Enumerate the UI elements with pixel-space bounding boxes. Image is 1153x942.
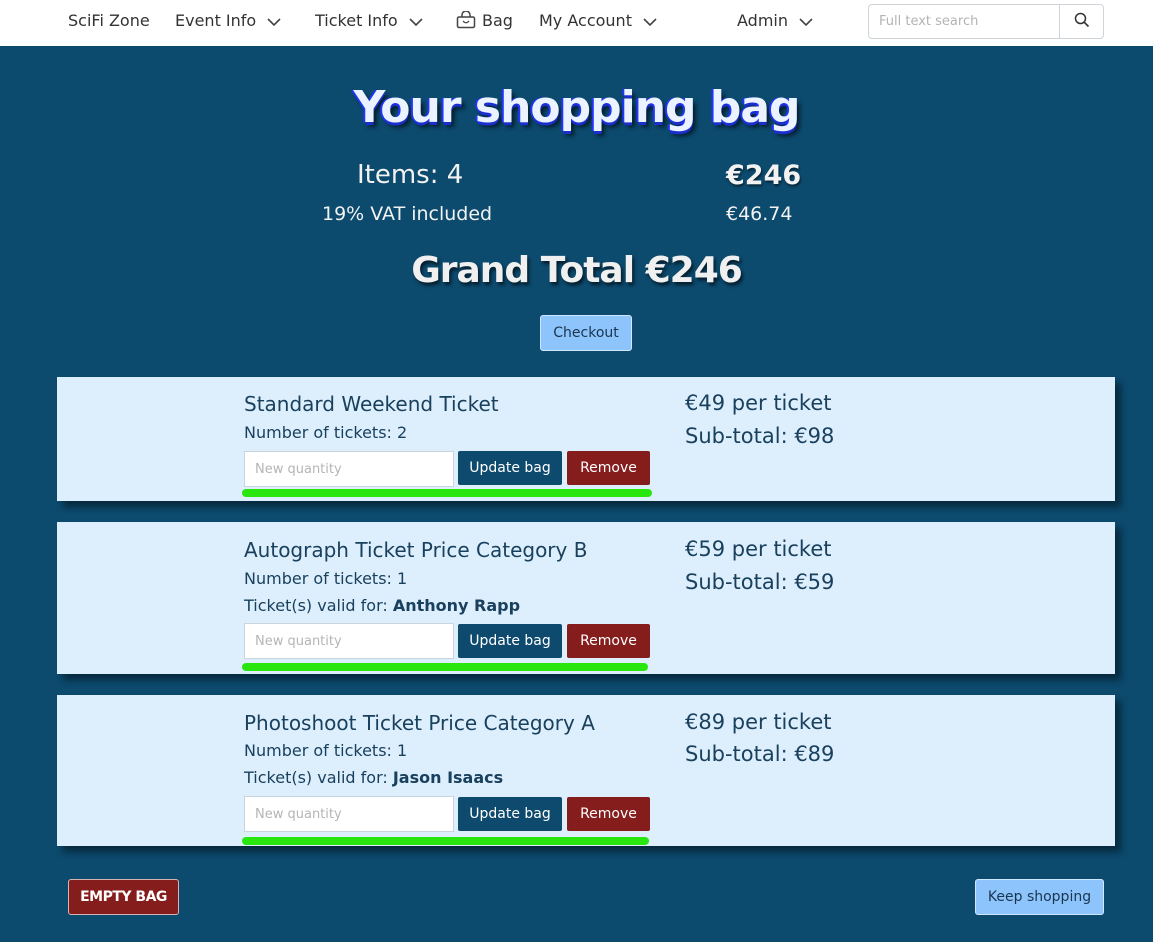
valid-for-prefix: Ticket(s) valid for: [244,768,393,787]
my-account-label: My Account [539,11,632,30]
brand-link[interactable]: SciFi Zone [68,10,150,32]
remove-button[interactable]: Remove [567,797,650,831]
shopping-bag-icon [456,10,476,29]
chevron-down-icon [408,16,424,28]
unit-price: €59 per ticket [685,537,832,561]
quantity-input[interactable] [244,451,454,487]
grand-total: Grand Total €246 [411,250,743,291]
page-title: Your shopping bag [353,82,800,133]
search-icon [1074,12,1090,32]
item-subtotal: Sub-total: €89 [685,742,835,766]
update-bag-button[interactable]: Update bag [458,797,562,831]
chevron-down-icon [642,16,658,28]
remove-button[interactable]: Remove [567,624,650,658]
vat-amount: €46.74 [726,203,793,225]
item-underline [242,489,652,497]
event-info-label: Event Info [175,11,257,30]
item-name: Photoshoot Ticket Price Category A [244,711,595,735]
ticket-info-label: Ticket Info [315,11,398,30]
search-button[interactable] [1061,5,1103,38]
search-form [868,4,1104,39]
valid-for-prefix: Ticket(s) valid for: [244,596,393,615]
vat-label: 19% VAT included [322,203,493,225]
update-bag-button[interactable]: Update bag [458,451,562,485]
keep-shopping-button[interactable]: Keep shopping [975,879,1104,915]
item-subtotal: Sub-total: €59 [685,570,835,594]
item-subtotal: Sub-total: €98 [685,424,835,448]
bag-link[interactable]: Bag [456,10,513,32]
valid-for-line: Ticket(s) valid for: Anthony Rapp [244,596,520,615]
valid-for-name: Jason Isaacs [392,768,504,787]
admin-label: Admin [737,11,788,30]
bag-item: Autograph Ticket Price Category B Number… [57,522,1115,674]
item-underline [242,663,648,671]
quantity-input[interactable] [244,623,454,659]
item-underline [242,837,649,845]
quantity-input[interactable] [244,796,454,832]
unit-price: €49 per ticket [685,391,832,415]
ticket-info-menu[interactable]: Ticket Info [315,10,424,32]
bag-item: Photoshoot Ticket Price Category A Numbe… [57,695,1115,846]
items-count: Items: 4 [357,160,464,190]
valid-for-line: Ticket(s) valid for: Jason Isaacs [244,768,503,787]
valid-for-name: Anthony Rapp [392,596,521,615]
checkout-button[interactable]: Checkout [540,315,632,351]
ticket-count: Number of tickets: 1 [244,569,408,588]
search-input[interactable] [869,5,1060,38]
empty-bag-button[interactable]: EMPTY BAG [68,879,179,915]
event-info-menu[interactable]: Event Info [175,10,282,32]
items-total: €246 [726,160,802,191]
unit-price: €89 per ticket [685,710,832,734]
item-name: Autograph Ticket Price Category B [244,538,588,562]
chevron-down-icon [798,16,814,28]
update-bag-button[interactable]: Update bag [458,624,562,658]
chevron-down-icon [266,16,282,28]
bag-label: Bag [482,11,513,30]
bag-item: Standard Weekend Ticket Number of ticket… [57,377,1115,501]
ticket-count: Number of tickets: 2 [244,423,408,442]
top-navbar: SciFi Zone Event Info Ticket Info Bag My… [0,0,1153,46]
remove-button[interactable]: Remove [567,451,650,485]
admin-menu[interactable]: Admin [737,10,814,32]
ticket-count: Number of tickets: 1 [244,741,408,760]
my-account-menu[interactable]: My Account [539,10,658,32]
item-name: Standard Weekend Ticket [244,392,499,416]
